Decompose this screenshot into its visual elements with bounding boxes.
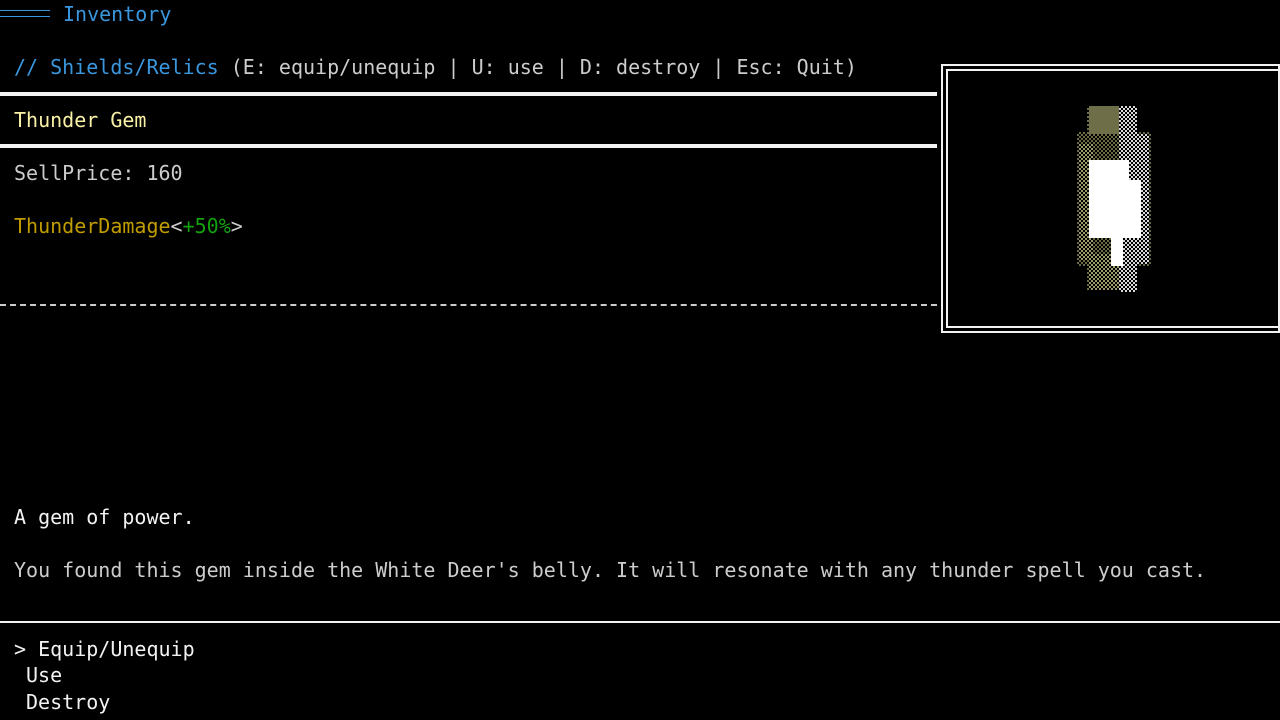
- divider-top: [0, 92, 937, 96]
- divider-item: [0, 144, 937, 148]
- category-header: // Shields/Relics (E: equip/unequip | U:…: [14, 54, 857, 80]
- menu-item-equip[interactable]: > Equip/Unequip: [14, 636, 195, 662]
- item-description-long: You found this gem inside the White Deer…: [14, 558, 1207, 582]
- stat-name: ThunderDamage: [14, 214, 171, 238]
- sell-price: SellPrice: 160: [14, 161, 183, 185]
- controls-hint: (E: equip/unequip | U: use | D: destroy …: [218, 55, 857, 79]
- stat-value: +50%: [182, 214, 231, 238]
- item-description-short: A gem of power.: [14, 505, 195, 529]
- stat-open: <: [170, 214, 183, 238]
- page-title: Inventory: [63, 2, 172, 26]
- menu-item-use[interactable]: Use: [26, 662, 62, 688]
- item-stat: ThunderDamage<+50%>: [14, 213, 243, 239]
- title-decoration: [0, 10, 50, 17]
- item-preview-panel: [941, 64, 1280, 333]
- item-name: Thunder Gem: [14, 108, 147, 132]
- dashed-divider: [0, 304, 937, 306]
- thunder-gem-icon: [1077, 106, 1151, 292]
- menu-divider: [0, 621, 1280, 623]
- category-name: // Shields/Relics: [14, 55, 219, 79]
- menu-item-destroy[interactable]: Destroy: [26, 689, 110, 715]
- stat-close: >: [230, 214, 243, 238]
